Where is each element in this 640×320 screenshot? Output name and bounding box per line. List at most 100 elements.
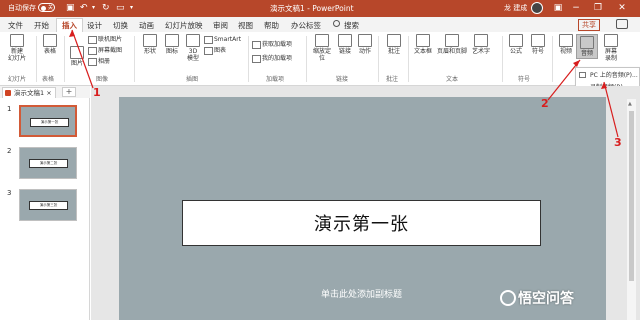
symbol-button[interactable]: 符号 [528, 34, 548, 55]
3d-models-button[interactable]: 3D 模型 [184, 34, 202, 62]
group-label-tables: 表格 [42, 76, 55, 83]
user-name[interactable]: 龙 建成 [504, 3, 527, 13]
group-label-symbols: 符号 [518, 76, 531, 83]
action-button[interactable]: 动作 [356, 34, 374, 55]
slide-thumbnail-3[interactable]: 演示第三张 [19, 189, 77, 221]
icons-button[interactable]: 图标 [162, 34, 182, 55]
icons-icon [165, 34, 179, 47]
tab-insert[interactable]: 插入 [56, 18, 83, 33]
group-label-text: 文本 [446, 76, 459, 83]
video-icon [559, 34, 573, 47]
scroll-up-icon[interactable]: ▲ [628, 101, 632, 107]
document-tab-close-icon[interactable]: × [46, 89, 51, 97]
header-footer-button[interactable]: 页眉和页脚 [436, 34, 468, 55]
new-document-tab-button[interactable]: + [62, 87, 76, 97]
tab-review[interactable]: 审阅 [213, 20, 228, 31]
customize-qat-icon[interactable]: ▾ [130, 2, 133, 14]
zoom-button[interactable]: 缩放定 位 [310, 34, 334, 62]
divider [552, 36, 553, 82]
slide-thumbnail-2[interactable]: 演示第二张 [19, 147, 77, 179]
pc-audio-icon [579, 72, 586, 78]
search-icon[interactable] [333, 20, 340, 27]
document-tab[interactable]: 演示文稿1 × [2, 87, 56, 98]
ribbon: 新建 幻灯片 幻灯片 表格 表格 图片 联机图片 屏幕截图 相册 图像 形状 图… [0, 32, 640, 86]
audio-on-pc-item[interactable]: PC 上的音频(P)... [590, 71, 638, 80]
autosave-toggle[interactable]: 关 [38, 3, 55, 12]
tab-file[interactable]: 文件 [8, 20, 23, 31]
group-label-illustrations: 插图 [186, 76, 199, 83]
slide-title: 演示第一张 [314, 214, 409, 235]
divider [502, 36, 503, 82]
tab-help[interactable]: 帮助 [264, 20, 279, 31]
slide-title-placeholder[interactable]: 演示第一张 [182, 200, 541, 246]
undo-icon[interactable]: ↶ [80, 2, 88, 14]
tab-home[interactable]: 开始 [34, 20, 49, 31]
action-icon [358, 34, 372, 47]
watermark-logo-icon [500, 290, 516, 306]
video-button[interactable]: 视频 [556, 34, 576, 55]
header-footer-icon [445, 34, 459, 47]
screenshot-button[interactable]: 屏幕截图 [88, 46, 122, 55]
watermark-text: 悟空问答 [518, 291, 574, 307]
screen-recording-button[interactable]: 屏幕 录制 [600, 34, 622, 62]
picture-icon [70, 46, 84, 59]
picture-button[interactable]: 图片 [68, 46, 86, 67]
search-input[interactable]: 搜索 [344, 20, 359, 31]
tab-design[interactable]: 设计 [87, 20, 102, 31]
ribbon-display-icon[interactable]: ▣ [550, 1, 566, 15]
tab-transitions[interactable]: 切换 [113, 20, 128, 31]
comment-icon[interactable] [616, 19, 628, 29]
minimize-icon[interactable]: − [568, 1, 584, 15]
slide-number: 3 [7, 189, 12, 197]
subtitle-placeholder[interactable]: 单击此处添加副标题 [182, 287, 541, 300]
group-label-slides: 幻灯片 [8, 76, 27, 83]
link-icon [338, 34, 352, 47]
group-label-images: 图像 [96, 76, 109, 83]
group-label-links: 链接 [336, 76, 349, 83]
tab-slideshow[interactable]: 幻灯片放映 [165, 20, 203, 31]
group-label-comments: 批注 [386, 76, 399, 83]
new-slide-button[interactable]: 新建 幻灯片 [5, 34, 29, 62]
annotation-number-1: 1 [93, 86, 101, 99]
smartart-button[interactable]: SmartArt [204, 35, 241, 44]
slide-thumbnail-1[interactable]: 演示第一张 [19, 105, 77, 137]
divider [306, 36, 307, 82]
photo-album-button[interactable]: 相册 [88, 57, 110, 66]
tab-animations[interactable]: 动画 [139, 20, 154, 31]
get-addins-button[interactable]: 获取加载项 [252, 40, 292, 49]
avatar[interactable] [531, 2, 543, 14]
link-button[interactable]: 链接 [336, 34, 354, 55]
save-icon[interactable]: ▣ [66, 2, 75, 14]
thumbnail-title: 演示第三张 [29, 201, 68, 210]
scrollbar-thumb[interactable] [629, 111, 634, 281]
redo-icon[interactable]: ↻ [102, 2, 110, 14]
vertical-scrollbar[interactable]: ▲ [627, 99, 636, 320]
slide-canvas[interactable]: 演示第一张 单击此处添加副标题 [119, 97, 606, 320]
speaker-icon [580, 36, 594, 49]
wordart-button[interactable]: 艺术字 [468, 34, 494, 55]
online-pictures-button[interactable]: 联机图片 [88, 35, 122, 44]
tab-office-tab[interactable]: 办公标签 [291, 20, 321, 31]
restore-icon[interactable]: ❐ [590, 1, 606, 15]
share-button[interactable]: 共享 [578, 19, 600, 31]
my-addins-button[interactable]: 我的加载项 [252, 54, 292, 63]
equation-button[interactable]: 公式 [506, 34, 526, 55]
audio-button[interactable]: 音频 [576, 34, 598, 59]
table-button[interactable]: 表格 [40, 34, 60, 55]
comment-button[interactable]: 批注 [384, 34, 404, 55]
autosave-label: 自动保存 [8, 4, 36, 12]
slideshow-start-icon[interactable]: ▭ [116, 2, 125, 14]
omega-icon [531, 34, 545, 47]
tab-view[interactable]: 视图 [238, 20, 253, 31]
slide-number: 2 [7, 147, 12, 155]
close-icon[interactable]: ✕ [614, 1, 630, 15]
chart-button[interactable]: 图表 [204, 46, 226, 55]
shapes-button[interactable]: 形状 [140, 34, 160, 55]
divider [64, 36, 65, 82]
thumbnail-title: 演示第一张 [30, 118, 69, 127]
undo-dropdown-icon[interactable]: ▾ [92, 2, 95, 14]
group-label-addins: 加载项 [266, 76, 285, 83]
slide-number: 1 [7, 105, 12, 113]
new-slide-icon [10, 34, 24, 47]
textbox-button[interactable]: 文本框 [410, 34, 436, 55]
